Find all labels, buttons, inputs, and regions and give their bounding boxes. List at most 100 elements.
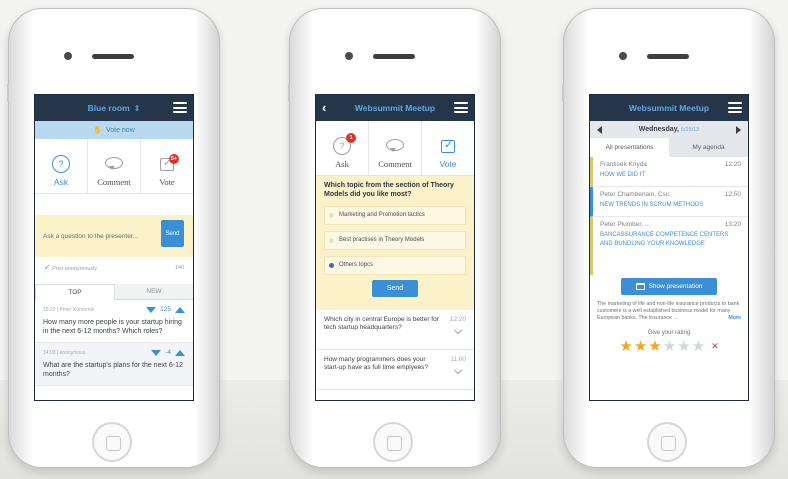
star-empty-icon[interactable]: ★ <box>663 339 676 354</box>
rating-stars[interactable]: ★ ★ ★ ★ ★ ★ ✕ <box>590 339 748 354</box>
screen-vote: ‹ Websummit Meetup ? 1 Ask Comment Vote … <box>315 94 475 401</box>
top-bar: Blue room ⇕ <box>35 95 193 121</box>
ask-placeholder: Ask a question to the presenter... <box>43 232 139 240</box>
poll-option-selected[interactable]: Others topcs <box>324 255 466 275</box>
downvote-icon[interactable] <box>146 306 157 313</box>
description-text: The marketing of life and non-life insur… <box>597 301 740 321</box>
star-empty-icon[interactable]: ★ <box>677 339 690 354</box>
prev-day-icon[interactable] <box>597 125 602 134</box>
tab-all-presentations[interactable]: All presentations <box>590 138 669 157</box>
show-presentation-label: Show presentation <box>648 283 703 290</box>
tab-label: Ask <box>335 159 349 169</box>
more-link[interactable]: More <box>728 315 741 322</box>
hand-icon: ✋ <box>93 127 102 134</box>
poll-panel: Which topic from the section of Theory M… <box>316 176 474 310</box>
checkmark-icon: ✓ <box>44 263 51 272</box>
camera <box>345 52 353 60</box>
tab-comment[interactable]: Comment <box>88 139 141 193</box>
question-item[interactable]: 15:22 | Peter Komorník 125 How many more… <box>35 300 193 344</box>
phone-1: Blue room ⇕ ✋ Vote now ? Ask Comment 5+ … <box>7 8 220 468</box>
star-filled-icon[interactable]: ★ <box>619 339 632 354</box>
tab-ask[interactable]: ? Ask <box>35 139 88 193</box>
question-text: What are the startup's plans for the nex… <box>43 362 183 379</box>
tab-comment[interactable]: Comment <box>369 121 422 175</box>
poll-question: Which topic from the section of Theory M… <box>324 182 454 198</box>
speaker-name: Frantisek Kriyda <box>600 161 647 168</box>
speaker-name: Peter Plumber, ... <box>600 221 651 228</box>
vote-count: 125 <box>160 306 171 313</box>
presentation-time: 12:20 <box>724 161 741 168</box>
star-filled-icon[interactable]: ★ <box>634 339 647 354</box>
tab-label: Comment <box>378 159 412 169</box>
presentation-time: 13:20 <box>724 221 741 228</box>
ask-badge: 1 <box>346 133 356 143</box>
post-anonymously-checkbox[interactable]: ✓ Post anonymously <box>44 263 97 272</box>
next-day-icon[interactable] <box>735 125 741 134</box>
question-item[interactable]: Which city in central Europe is better f… <box>316 310 474 350</box>
send-vote-button[interactable]: Send <box>372 279 418 297</box>
presentation-item[interactable]: Frantisek Kriyda 12:20 HOW WE DID IT <box>590 157 748 187</box>
speaker <box>373 54 415 59</box>
home-button[interactable] <box>92 422 132 462</box>
chevron-down-icon[interactable] <box>453 365 463 375</box>
speaker <box>647 54 689 59</box>
screen-room: Blue room ⇕ ✋ Vote now ? Ask Comment 5+ … <box>34 94 194 401</box>
star-filled-icon[interactable]: ★ <box>648 339 661 354</box>
anon-label: Post anonymously <box>52 266 98 272</box>
back-icon[interactable]: ‹ <box>322 100 326 115</box>
show-presentation-button[interactable]: Show presentation <box>621 278 717 295</box>
menu-icon[interactable] <box>453 100 469 115</box>
date-label: 5/15/13 <box>680 127 700 133</box>
event-title: Websummit Meetup <box>628 103 710 113</box>
upvote-icon[interactable] <box>175 349 185 356</box>
send-button[interactable]: Send <box>161 220 184 247</box>
chevron-down-icon[interactable] <box>453 325 463 335</box>
upvote-icon[interactable] <box>175 306 185 313</box>
option-label: Marketing and Promotion tactics <box>339 212 425 218</box>
star-empty-icon[interactable]: ★ <box>692 339 705 354</box>
tab-new[interactable]: NEW <box>115 284 193 300</box>
side-button <box>562 84 564 102</box>
tab-vote[interactable]: Vote <box>422 121 474 175</box>
presentation-description: The marketing of life and non-life insur… <box>590 295 748 322</box>
comment-icon <box>105 157 123 170</box>
question-text: Which city in central Europe is better f… <box>324 316 439 332</box>
vote-icon: 5+ <box>160 154 179 171</box>
presentation-title: NEW TRENDS IN SCRUM METHODS <box>600 202 704 208</box>
downvote-icon[interactable] <box>151 349 162 356</box>
question-text: How many more people is your startup hir… <box>43 319 182 336</box>
poll-option[interactable]: Best practises in Theory Models <box>324 230 466 250</box>
side-button <box>288 84 290 102</box>
menu-icon[interactable] <box>727 100 743 115</box>
vote-count: -4 <box>165 349 171 357</box>
radio-icon <box>329 212 334 218</box>
tab-ask[interactable]: ? 1 Ask <box>316 121 369 175</box>
question-meta: 15:22 | Peter Komorník <box>43 306 95 313</box>
action-tabs: ? 1 Ask Comment Vote <box>316 121 474 176</box>
tab-vote[interactable]: 5+ Vote <box>141 139 193 193</box>
camera <box>619 52 627 60</box>
room-selector-icon[interactable]: ⇕ <box>134 104 141 113</box>
presentation-item-expanded[interactable]: Peter Plumber, ... 13:20 BANCASSURANCE CO… <box>590 217 748 275</box>
home-button[interactable] <box>647 422 687 462</box>
sort-tabs: TOP NEW <box>35 284 193 300</box>
ask-input[interactable]: Ask a question to the presenter... Send <box>35 215 193 257</box>
home-button[interactable] <box>373 422 413 462</box>
presentation-time: 12:50 <box>724 191 741 198</box>
vote-now-banner[interactable]: ✋ Vote now <box>35 121 193 139</box>
top-bar: ‹ Websummit Meetup <box>316 95 474 121</box>
event-title: Websummit Meetup <box>354 103 436 113</box>
vote-now-label: Vote now <box>105 126 135 134</box>
presentation-item[interactable]: Peter Chamberlain, Csc. 12:50 NEW TRENDS … <box>590 187 748 217</box>
radio-selected-icon <box>329 262 334 268</box>
speaker-name: Peter Chamberlain, Csc. <box>600 191 671 198</box>
comment-icon <box>386 139 404 152</box>
question-item[interactable]: How many programmers does your start-up … <box>316 350 474 390</box>
room-title[interactable]: Blue room <box>88 103 130 113</box>
question-item[interactable]: 14:03 | anonymous -4 What are the startu… <box>35 343 193 387</box>
clear-rating-icon[interactable]: ✕ <box>711 341 719 351</box>
tab-top[interactable]: TOP <box>35 284 115 300</box>
poll-option[interactable]: Marketing and Promotion tactics <box>324 205 466 225</box>
tab-my-agenda[interactable]: My agenda <box>669 138 748 157</box>
menu-icon[interactable] <box>172 100 188 115</box>
